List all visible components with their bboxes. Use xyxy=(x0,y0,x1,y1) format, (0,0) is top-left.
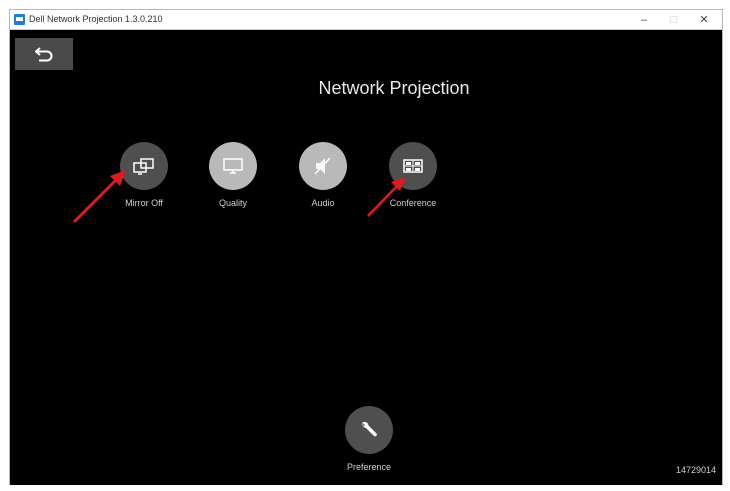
page-title: Network Projection xyxy=(318,78,470,98)
conference-icon xyxy=(403,159,423,173)
back-arrow-icon xyxy=(35,47,53,62)
monitor-icon xyxy=(223,158,243,174)
conference-label: Conference xyxy=(389,198,437,208)
preference-button[interactable]: Preference xyxy=(329,406,409,472)
conference-button-circle[interactable] xyxy=(389,142,437,190)
audio-button-circle[interactable] xyxy=(299,142,347,190)
preference-label: Preference xyxy=(346,462,392,472)
mirror-off-button[interactable]: Mirror Off xyxy=(104,142,184,208)
wrench-icon xyxy=(362,421,377,437)
preference-button-circle[interactable] xyxy=(345,406,393,454)
audio-button[interactable]: Audio xyxy=(283,142,363,208)
app-window: Dell Network Projection 1.3.0.210 – □ ✕ … xyxy=(9,9,723,485)
main-panel: Network Projection Mirror Off Quality Au… xyxy=(10,30,722,485)
version-number: 14729014 xyxy=(675,465,716,475)
app-icon xyxy=(14,14,25,25)
mirror-button-circle[interactable] xyxy=(120,142,168,190)
conference-button[interactable]: Conference xyxy=(373,142,453,208)
title-bar: Dell Network Projection 1.3.0.210 – □ ✕ xyxy=(10,10,722,30)
mirror-off-label: Mirror Off xyxy=(125,198,163,208)
quality-button[interactable]: Quality xyxy=(193,142,273,208)
mirror-icon xyxy=(133,158,154,175)
audio-mute-icon xyxy=(314,157,331,175)
back-button[interactable] xyxy=(15,38,73,70)
audio-label: Audio xyxy=(311,198,335,208)
maximize-button[interactable]: □ xyxy=(660,12,688,28)
quality-label: Quality xyxy=(218,198,247,208)
window-title: Dell Network Projection 1.3.0.210 xyxy=(29,14,163,24)
minimize-button[interactable]: – xyxy=(630,12,658,28)
close-button[interactable]: ✕ xyxy=(690,12,718,28)
quality-button-circle[interactable] xyxy=(209,142,257,190)
